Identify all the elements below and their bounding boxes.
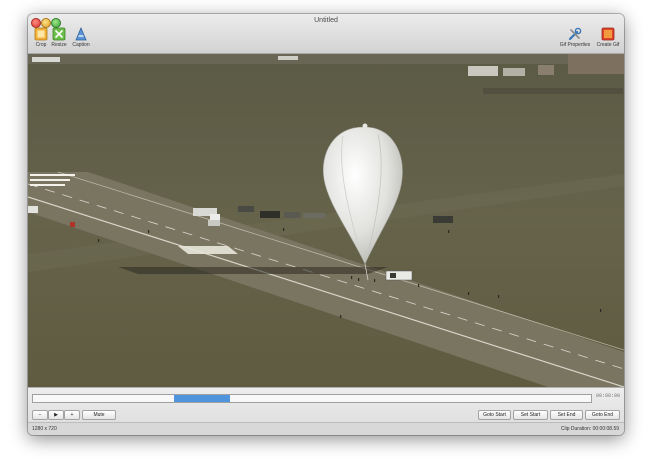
video-preview[interactable] xyxy=(28,54,624,387)
playback-controls: 00:00:00 − ▶ + Mute Goto Start Set Start… xyxy=(28,387,624,423)
clip-selection-range[interactable] xyxy=(174,395,230,402)
step-back-button[interactable]: − xyxy=(32,410,48,420)
create-gif-button[interactable]: Create Gif xyxy=(594,27,622,51)
balloon-shadow xyxy=(118,267,388,274)
gif-properties-label: Gif Properties xyxy=(559,42,591,48)
tools-icon xyxy=(568,27,582,41)
small-balloon xyxy=(362,123,368,129)
title-bar: Untitled Crop Resize Caption Gif Propert… xyxy=(28,14,624,54)
resolution-label: 1280 x 720 xyxy=(32,426,57,432)
create-gif-label: Create Gif xyxy=(596,42,620,48)
timeline-scrubber[interactable] xyxy=(32,394,592,403)
create-gif-icon xyxy=(601,27,615,41)
caption-label: Caption xyxy=(72,42,90,48)
caption-button[interactable]: Caption xyxy=(68,27,94,51)
status-bar: 1280 x 720 Clip Duration: 00:00:08.59 xyxy=(28,422,624,435)
gif-properties-button[interactable]: Gif Properties xyxy=(558,27,592,51)
runway-marking xyxy=(178,246,238,254)
goto-start-button[interactable]: Goto Start xyxy=(478,410,511,420)
window-title: Untitled xyxy=(314,17,338,24)
set-end-button[interactable]: Set End xyxy=(550,410,583,420)
clip-duration-label: Clip Duration: 00:00:08.59 xyxy=(560,426,619,432)
timecode-display: 00:00:00 xyxy=(595,393,620,399)
mute-button[interactable]: Mute xyxy=(82,410,116,420)
video-frame xyxy=(28,54,624,387)
goto-end-button[interactable]: Goto End xyxy=(585,410,620,420)
app-window: Untitled Crop Resize Caption Gif Propert… xyxy=(28,14,624,435)
resize-icon xyxy=(52,27,66,41)
set-start-button[interactable]: Set Start xyxy=(513,410,548,420)
caption-icon xyxy=(75,27,87,41)
step-forward-button[interactable]: + xyxy=(64,410,80,420)
play-button[interactable]: ▶ xyxy=(48,410,64,420)
